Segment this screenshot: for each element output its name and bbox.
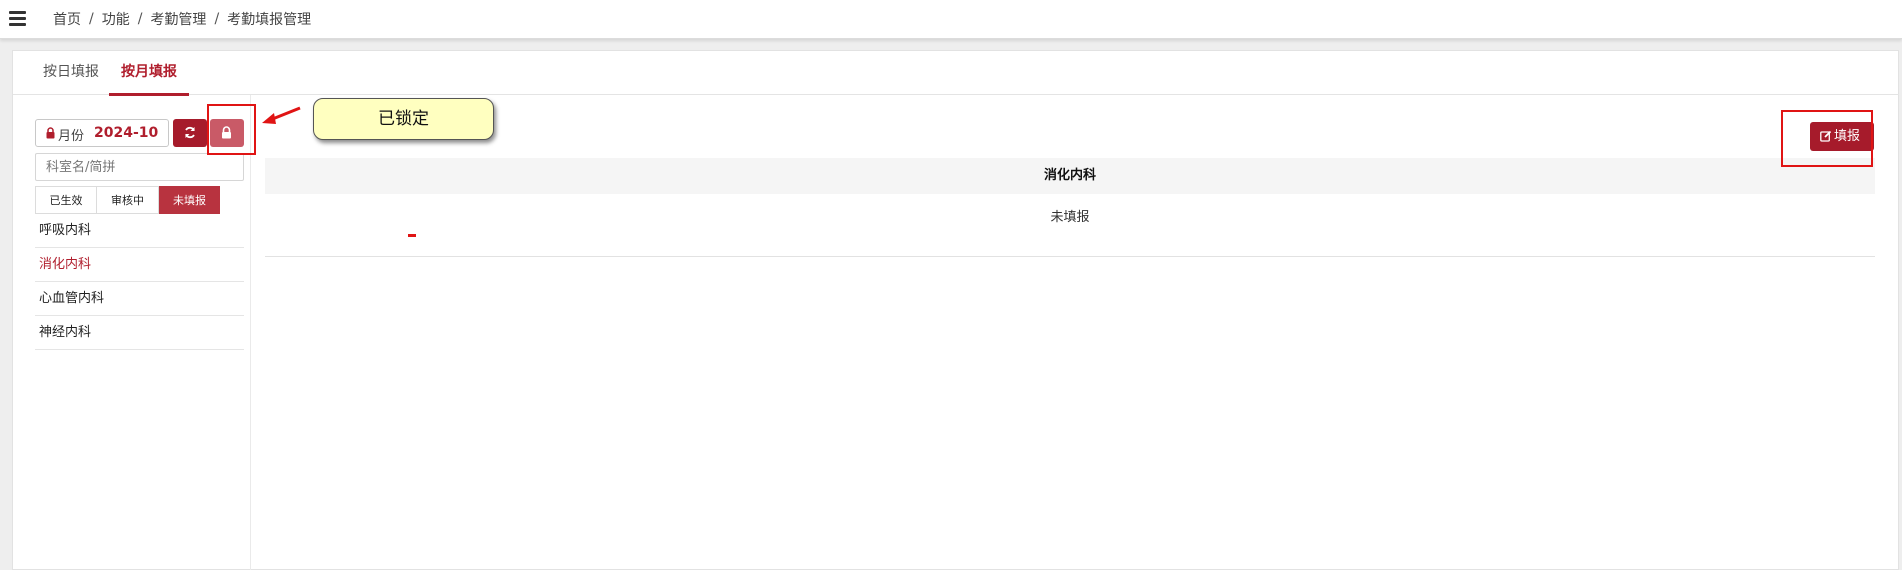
month-value: 2024-10 [94, 125, 159, 141]
top-bar: 首页 / 功能 / 考勤管理 / 考勤填报管理 [0, 0, 1902, 39]
tab-monthly-report[interactable]: 按月填报 [109, 51, 189, 96]
department-search-input[interactable] [35, 153, 244, 181]
report-highlight-box [1781, 110, 1873, 167]
month-label: 月份 [58, 129, 85, 144]
tab-bar: 按日填报 按月填报 [13, 51, 1899, 96]
breadcrumb-attendance[interactable]: 考勤管理 [150, 9, 206, 29]
menu-icon[interactable] [9, 11, 26, 26]
breadcrumb-separator: / [137, 11, 143, 27]
list-item[interactable]: 神经内科 [35, 316, 244, 350]
lock-highlight-box [207, 104, 256, 155]
list-item[interactable]: 心血管内科 [35, 282, 244, 316]
department-sidebar: 月份 2024-10 已生效 审核中 未填报 呼吸内科 消化内科 [13, 95, 251, 570]
tab-daily-report[interactable]: 按日填报 [43, 51, 99, 94]
filter-unreported[interactable]: 未填报 [159, 186, 220, 214]
lock-icon [46, 127, 55, 139]
status-filter-group: 已生效 审核中 未填报 [35, 186, 220, 214]
list-item[interactable]: 呼吸内科 [35, 214, 244, 248]
filter-reviewing[interactable]: 审核中 [97, 186, 159, 214]
locked-callout: 已锁定 [313, 98, 494, 140]
table-header: 消化内科 [265, 158, 1875, 194]
breadcrumb-current: 考勤填报管理 [227, 12, 312, 28]
table-cell-status: 未填报 [265, 194, 1875, 257]
list-item[interactable]: 消化内科 [35, 248, 244, 282]
department-list: 呼吸内科 消化内科 心血管内科 神经内科 [35, 214, 244, 350]
filter-effective[interactable]: 已生效 [35, 186, 97, 214]
breadcrumb-separator: / [89, 11, 94, 27]
main-panel: 按日填报 按月填报 月份 2024-10 科室名/简拼 已生效 审核中 未填报 … [12, 50, 1899, 570]
report-table: 消化内科 未填报 [265, 158, 1875, 257]
breadcrumb-function[interactable]: 功能 [102, 9, 130, 29]
refresh-icon [185, 126, 195, 139]
breadcrumb: 首页 / 功能 / 考勤管理 / 考勤填报管理 [53, 9, 311, 29]
breadcrumb-separator: / [214, 11, 220, 27]
annotation-mark [408, 234, 416, 237]
month-picker[interactable]: 月份 2024-10 [35, 119, 169, 147]
breadcrumb-home[interactable]: 首页 [53, 9, 81, 29]
arrow-icon [262, 106, 301, 124]
refresh-button[interactable] [173, 119, 207, 147]
